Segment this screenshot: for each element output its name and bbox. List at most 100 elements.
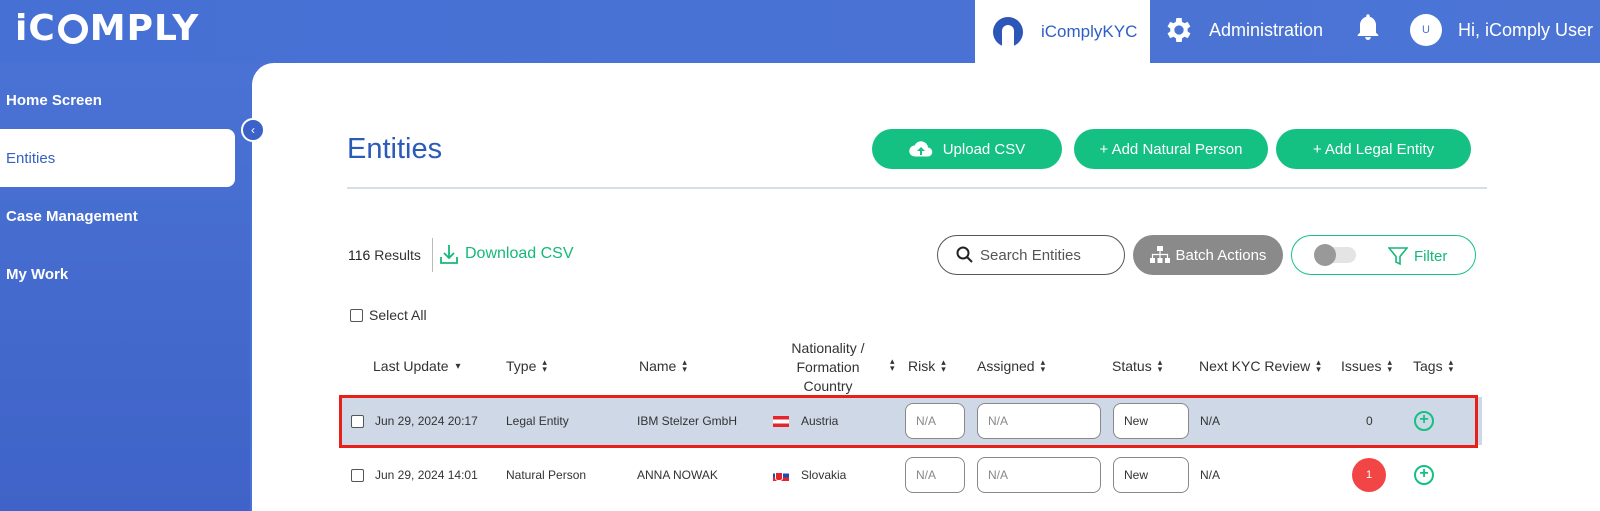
sidebar-item-label: Home Screen	[6, 91, 102, 109]
column-header-label: Tags	[1413, 358, 1443, 374]
batch-actions-button[interactable]: Batch Actions	[1133, 235, 1283, 275]
sidebar-item-home-screen[interactable]: Home Screen	[0, 71, 235, 129]
column-header-label: Next KYC Review	[1199, 358, 1311, 374]
sidebar-item-label: Case Management	[6, 207, 138, 225]
cell-last-update: Jun 29, 2024 14:01	[375, 468, 478, 482]
column-header-nationality[interactable]: Nationality / Formation Country	[779, 339, 877, 396]
funnel-icon	[1388, 247, 1408, 266]
results-separator	[432, 238, 433, 272]
logo-text-c: C	[28, 7, 56, 49]
sort-icon: ▴ ▾	[941, 357, 946, 374]
upload-csv-button[interactable]: Upload CSV	[872, 129, 1062, 169]
select-all-checkbox[interactable]	[350, 308, 363, 322]
column-header-label: Name	[639, 358, 677, 374]
sort-icon: ▴ ▾	[1040, 357, 1046, 374]
cell-type: Natural Person	[506, 468, 587, 482]
sidebar-item-entities[interactable]: Entities	[0, 129, 235, 187]
search-placeholder: Search Entities	[980, 246, 1081, 264]
add-legal-entity-button[interactable]: + Add Legal Entity	[1276, 129, 1471, 169]
issues-badge[interactable]: 1	[1352, 458, 1386, 492]
upload-csv-label: Upload CSV	[942, 140, 1026, 158]
select-all-label: Select All	[369, 307, 427, 323]
administration-label: Administration	[1209, 19, 1324, 40]
column-header-label: Country	[803, 378, 853, 394]
column-header-tags[interactable]: Tags ▴ ▾	[1413, 357, 1454, 375]
column-header-name[interactable]: Name ▴ ▾	[639, 357, 687, 375]
risk-input[interactable]: N/A	[905, 457, 965, 493]
sidebar-item-label: Entities	[6, 149, 56, 167]
sort-icon: ▴ ▾	[1448, 357, 1454, 374]
table-row[interactable]: Jun 29, 2024 14:01 Natural Person ANNA N…	[342, 451, 1482, 499]
column-header-label: Status	[1112, 358, 1152, 374]
sidebar-item-label: My Work	[6, 265, 69, 283]
hierarchy-icon	[1149, 246, 1170, 263]
results-count: 116 Results	[348, 247, 421, 263]
filter-button[interactable]: Filter	[1388, 246, 1447, 266]
sort-icon: ▴ ▾	[1387, 357, 1392, 374]
column-header-last-update[interactable]: Last Update ▾	[373, 358, 461, 374]
search-input[interactable]: Search Entities	[937, 235, 1125, 275]
results-count-number: 116	[348, 247, 371, 263]
column-header-label: Formation	[796, 359, 860, 375]
column-header-label: Assigned	[977, 358, 1035, 374]
kyc-logo-icon	[993, 16, 1023, 47]
download-csv-label: Download CSV	[465, 245, 574, 262]
row-checkbox[interactable]	[351, 468, 364, 482]
select-all[interactable]: Select All	[350, 307, 427, 323]
gear-icon	[1167, 18, 1191, 42]
column-header-status[interactable]: Status ▴ ▾	[1112, 357, 1163, 375]
filter-label: Filter	[1414, 247, 1448, 265]
column-header-next-kyc-review[interactable]: Next KYC Review ▴ ▾	[1199, 357, 1321, 375]
column-header-type[interactable]: Type ▴ ▾	[506, 357, 547, 375]
user-greeting: Hi, iComply User	[1458, 19, 1594, 40]
top-bar: i C MPLY iComplyKYC Administration U Hi, i…	[0, 0, 1600, 63]
column-header-risk[interactable]: Risk ▴ ▾	[908, 357, 946, 375]
row-checkbox-cell	[351, 451, 364, 499]
sidebar-item-case-management[interactable]: Case Management	[0, 187, 235, 245]
cell-country: Slovakia	[773, 451, 846, 499]
add-tag-icon[interactable]: +	[1414, 465, 1434, 485]
header-divider	[347, 187, 1487, 189]
sort-icon: ▴ ▾	[1316, 357, 1321, 374]
icomply-logo[interactable]: i C MPLY	[15, 7, 200, 49]
administration-link[interactable]: Administration	[1163, 10, 1323, 50]
cloud-upload-icon	[909, 141, 932, 157]
nationality-sort-icon[interactable]: ▴ ▾	[890, 356, 895, 373]
sort-icon: ▴ ▾	[542, 357, 547, 374]
cell-next-kyc-review: N/A	[1200, 468, 1221, 482]
column-header-label: Issues	[1341, 358, 1382, 374]
add-natural-person-button[interactable]: + Add Natural Person	[1074, 129, 1268, 169]
sort-desc-icon: ▾	[455, 360, 461, 372]
column-header-label: Nationality /	[791, 340, 865, 356]
column-header-label: Last Update	[373, 358, 449, 374]
user-menu[interactable]: U Hi, iComply User	[1410, 10, 1593, 50]
row-highlight-box	[339, 395, 1478, 448]
logo-text-suffix: MPLY	[89, 7, 200, 49]
sidebar-item-my-work[interactable]: My Work	[0, 245, 235, 303]
slovakia-flag-icon	[773, 469, 789, 481]
column-header-issues[interactable]: Issues ▴ ▾	[1341, 357, 1392, 375]
column-header-label: Type	[506, 358, 537, 374]
filter-toggle[interactable]	[1314, 244, 1356, 266]
column-header-label: Risk	[908, 358, 936, 374]
logo-o-icon	[57, 14, 88, 44]
status-select[interactable]: New	[1113, 457, 1189, 493]
download-icon	[440, 245, 458, 264]
notifications-bell-icon[interactable]	[1354, 12, 1382, 49]
cell-name[interactable]: ANNA NOWAK	[637, 451, 718, 499]
sort-icon: ▴ ▾	[1157, 357, 1163, 374]
sort-icon: ▴ ▾	[890, 356, 895, 373]
results-count-label: Results	[374, 247, 421, 263]
batch-actions-label: Batch Actions	[1175, 246, 1267, 264]
assigned-input[interactable]: N/A	[977, 457, 1101, 493]
logo-text-prefix: i	[15, 7, 29, 49]
column-header-assigned[interactable]: Assigned ▴ ▾	[977, 357, 1046, 375]
collapse-sidebar-button[interactable]: ‹	[241, 118, 265, 142]
icomplykyc-tab-label: iComplyKYC	[1041, 21, 1138, 41]
sort-icon: ▴ ▾	[682, 357, 687, 374]
filter-control: Filter	[1291, 235, 1476, 275]
icomplykyc-tab[interactable]: iComplyKYC	[975, 0, 1150, 63]
country-label: Slovakia	[801, 468, 847, 482]
download-csv-link[interactable]: Download CSV	[439, 243, 574, 265]
sidebar: Home Screen Entities Case Management My …	[0, 63, 250, 511]
